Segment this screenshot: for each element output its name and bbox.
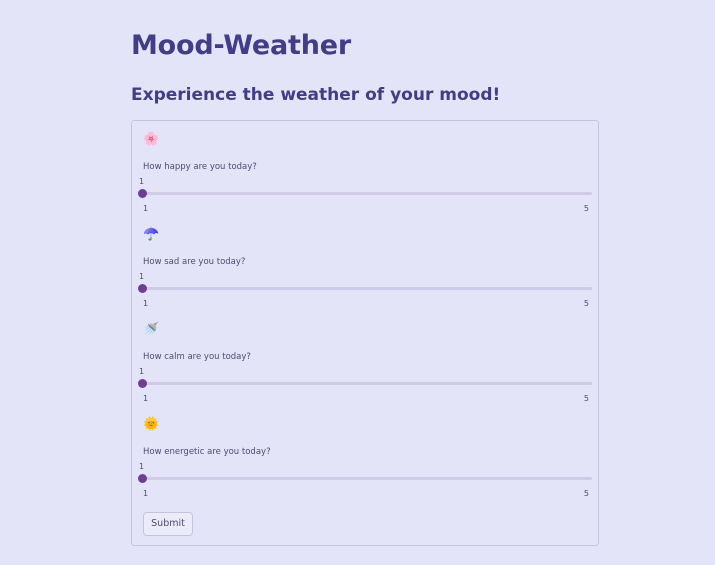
energetic-slider-track[interactable] <box>138 474 592 483</box>
calm-slider-thumb[interactable] <box>138 379 147 388</box>
happy-slider-max-label: 5 <box>583 204 589 213</box>
sad-slider-min-label: 1 <box>143 299 149 308</box>
watering-can-icon: 🚿 <box>143 321 160 336</box>
mood-form: 🌸 How happy are you today? 1 1 5 ☂️ How … <box>131 120 599 546</box>
calm-slider-value: 1 <box>139 367 145 376</box>
umbrella-icon: ☂️ <box>143 226 160 241</box>
calm-slider-max-label: 5 <box>583 394 589 403</box>
energetic-slider-value: 1 <box>139 462 145 471</box>
sad-slider-block: ☂️ How sad are you today? 1 1 5 <box>132 216 598 311</box>
energetic-slider-thumb[interactable] <box>138 474 147 483</box>
energetic-slider-min-label: 1 <box>143 489 149 498</box>
energetic-slider-max-label: 5 <box>583 489 589 498</box>
page-title: Mood-Weather <box>131 30 351 61</box>
sun-icon: 🌞 <box>143 416 160 431</box>
sad-slider-value: 1 <box>139 272 145 281</box>
energetic-slider-label: How energetic are you today? <box>143 447 271 457</box>
happy-slider-thumb[interactable] <box>138 189 147 198</box>
sad-slider-thumb[interactable] <box>138 284 147 293</box>
submit-button[interactable]: Submit <box>143 512 193 536</box>
sad-slider-label: How sad are you today? <box>143 257 246 267</box>
sad-slider-max-label: 5 <box>583 299 589 308</box>
calm-slider-min-label: 1 <box>143 394 149 403</box>
happy-slider-label: How happy are you today? <box>143 162 257 172</box>
cherry-blossom-icon: 🌸 <box>143 131 160 146</box>
calm-slider-track[interactable] <box>138 379 592 388</box>
sad-slider-track[interactable] <box>138 284 592 293</box>
happy-slider-value: 1 <box>139 177 145 186</box>
calm-slider-block: 🚿 How calm are you today? 1 1 5 <box>132 311 598 406</box>
page-subtitle: Experience the weather of your mood! <box>131 85 501 105</box>
page: Mood-Weather Experience the weather of y… <box>0 0 715 565</box>
calm-slider-label: How calm are you today? <box>143 352 251 362</box>
energetic-slider-block: 🌞 How energetic are you today? 1 1 5 <box>132 406 598 501</box>
happy-slider-block: 🌸 How happy are you today? 1 1 5 <box>132 121 598 216</box>
happy-slider-track[interactable] <box>138 189 592 198</box>
happy-slider-min-label: 1 <box>143 204 149 213</box>
